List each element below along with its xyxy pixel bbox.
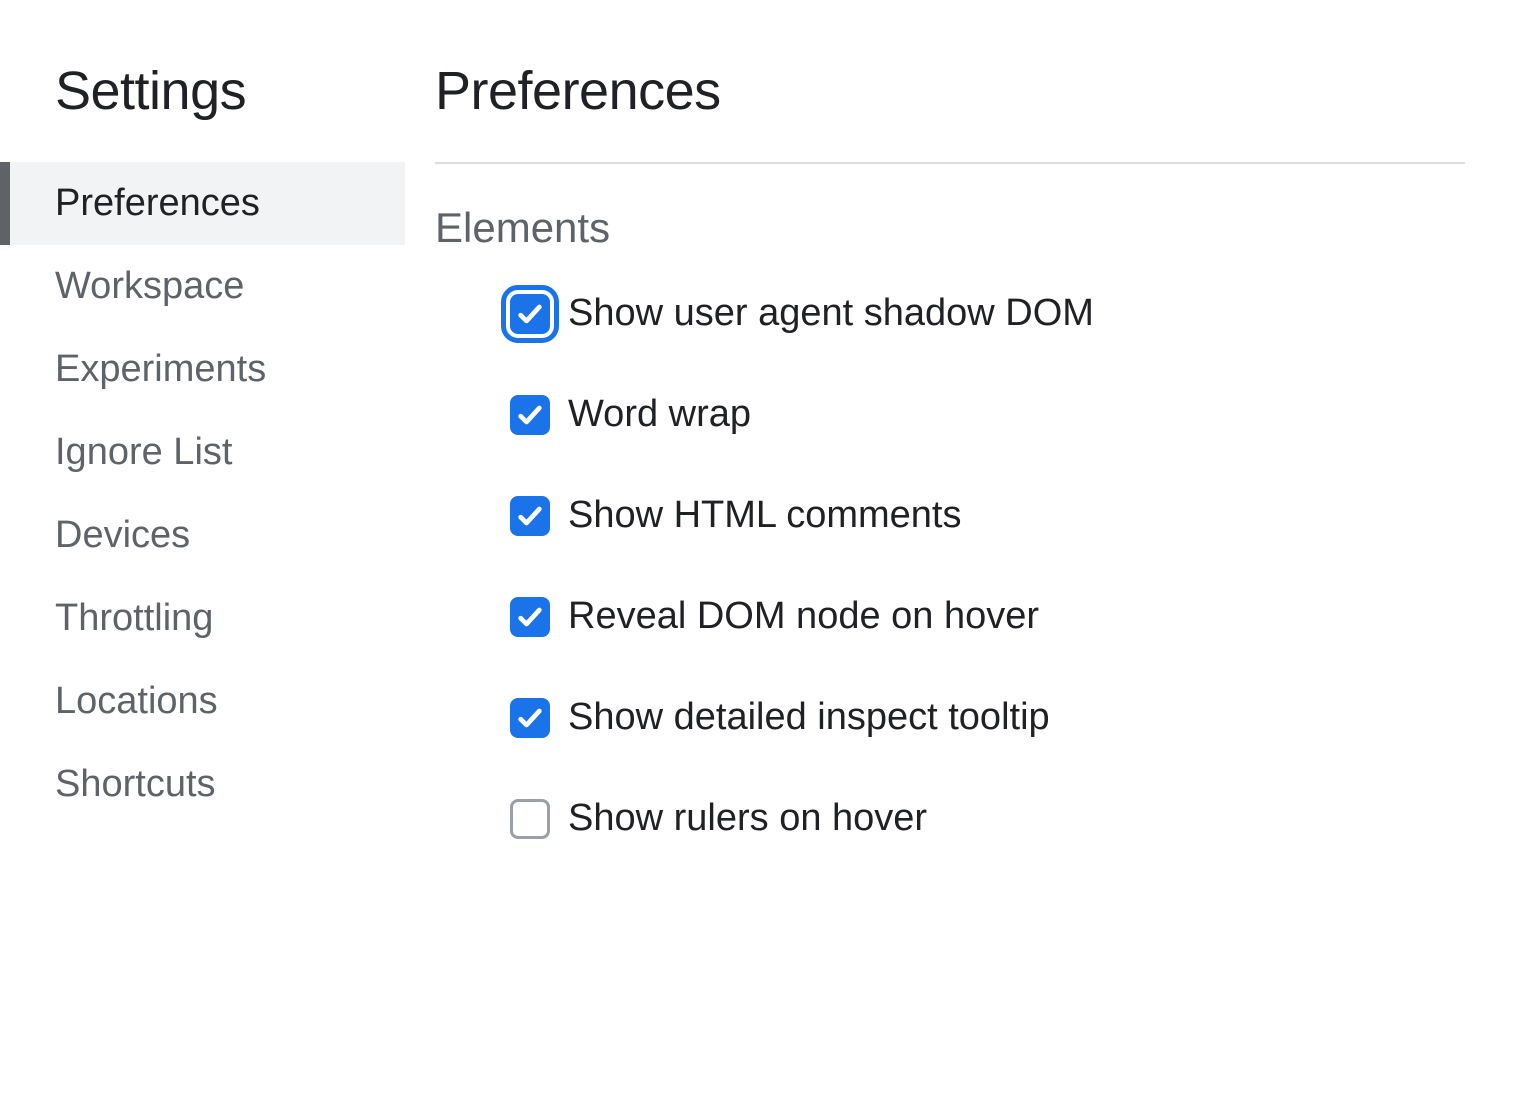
sidebar-item-label: Shortcuts	[55, 763, 216, 805]
sidebar-item-label: Throttling	[55, 597, 213, 639]
sidebar: Settings Preferences Workspace Experiments…	[0, 0, 405, 1110]
checkbox[interactable]	[510, 496, 550, 536]
section-title-elements: Elements	[435, 204, 1465, 252]
option-label: Show detailed inspect tooltip	[568, 696, 1050, 739]
option-label: Word wrap	[568, 393, 751, 436]
sidebar-item-label: Experiments	[55, 348, 266, 390]
divider	[435, 162, 1465, 164]
option-row[interactable]: Show rulers on hover	[510, 797, 1465, 840]
page-title: Preferences	[435, 60, 1465, 162]
sidebar-item-ignore-list[interactable]: Ignore List	[0, 411, 405, 494]
sidebar-item-label: Locations	[55, 680, 218, 722]
option-label: Show rulers on hover	[568, 797, 927, 840]
sidebar-item-shortcuts[interactable]: Shortcuts	[0, 743, 405, 826]
sidebar-item-locations[interactable]: Locations	[0, 660, 405, 743]
option-label: Show HTML comments	[568, 494, 961, 537]
option-label: Reveal DOM node on hover	[568, 595, 1039, 638]
option-row[interactable]: Show user agent shadow DOM	[510, 292, 1465, 335]
sidebar-title: Settings	[0, 60, 405, 162]
sidebar-item-label: Workspace	[55, 265, 244, 307]
checkbox[interactable]	[510, 395, 550, 435]
sidebar-item-workspace[interactable]: Workspace	[0, 245, 405, 328]
sidebar-item-label: Devices	[55, 514, 190, 556]
option-label: Show user agent shadow DOM	[568, 292, 1094, 335]
sidebar-nav: Preferences Workspace Experiments Ignore Li…	[0, 162, 405, 826]
option-row[interactable]: Show detailed inspect tooltip	[510, 696, 1465, 739]
main-panel: Preferences Elements Show user agent sha…	[405, 0, 1520, 1110]
sidebar-item-label: Preferences	[55, 182, 260, 224]
sidebar-item-throttling[interactable]: Throttling	[0, 577, 405, 660]
option-row[interactable]: Reveal DOM node on hover	[510, 595, 1465, 638]
checkbox[interactable]	[510, 698, 550, 738]
options-list: Show user agent shadow DOM Word wrap Show …	[435, 292, 1465, 840]
option-row[interactable]: Show HTML comments	[510, 494, 1465, 537]
option-row[interactable]: Word wrap	[510, 393, 1465, 436]
sidebar-item-devices[interactable]: Devices	[0, 494, 405, 577]
checkbox[interactable]	[510, 597, 550, 637]
sidebar-item-experiments[interactable]: Experiments	[0, 328, 405, 411]
checkbox[interactable]	[510, 294, 550, 334]
sidebar-item-preferences[interactable]: Preferences	[0, 162, 405, 245]
sidebar-item-label: Ignore List	[55, 431, 232, 473]
checkbox[interactable]	[510, 799, 550, 839]
